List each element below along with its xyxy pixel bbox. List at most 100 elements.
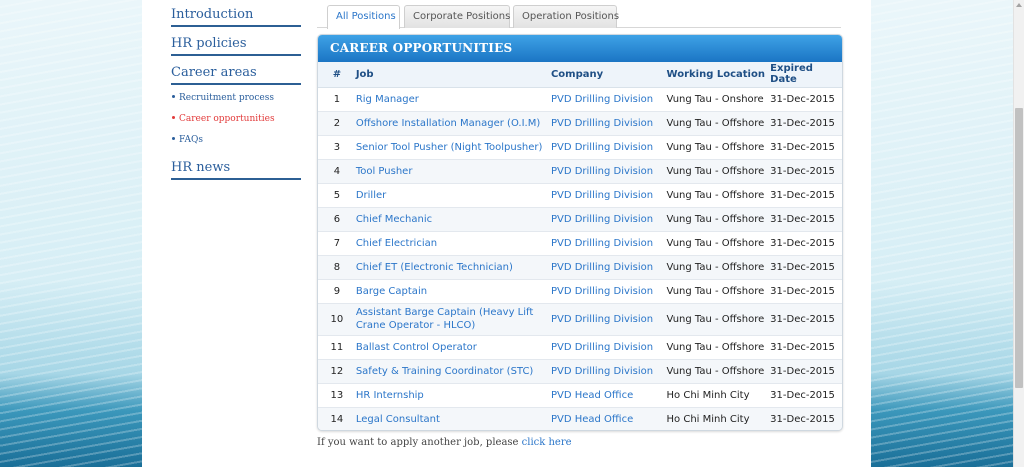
expired-date: 31-Dec-2015 [770, 207, 842, 232]
row-number: 5 [318, 183, 356, 208]
apply-another-job-note: If you want to apply another job, please… [317, 437, 572, 448]
row-number: 2 [318, 111, 356, 136]
sidebar-subitem-recruitment-process[interactable]: Recruitment process [171, 91, 301, 112]
table-row: 11 Ballast Control Operator PVD Drilling D… [318, 335, 842, 360]
row-number: 10 [318, 303, 356, 336]
row-number: 12 [318, 359, 356, 384]
row-number: 8 [318, 255, 356, 280]
scrollbar-thumb[interactable] [1015, 108, 1023, 388]
page-scrollbar[interactable] [1013, 0, 1024, 467]
row-number: 9 [318, 279, 356, 304]
working-location: Vung Tau - Offshore [666, 335, 771, 360]
company-link[interactable]: PVD Drilling Division [550, 303, 667, 336]
expired-date: 31-Dec-2015 [770, 407, 842, 430]
sidebar-subitem-faqs[interactable]: FAQs [171, 133, 301, 154]
job-title-link[interactable]: Rig Manager [355, 87, 551, 112]
sidebar-item-career-areas[interactable]: Career areas [171, 62, 301, 85]
scroll-up-icon[interactable] [1016, 3, 1022, 7]
job-title-text[interactable]: Legal Consultant [356, 413, 551, 426]
column-header-expired: Expired Date [770, 62, 842, 88]
job-title-text[interactable]: Assistant Barge Captain (Heavy Lift Cran… [356, 306, 551, 332]
table-row: 6 Chief Mechanic PVD Drilling Division Vung… [318, 207, 842, 232]
expired-date: 31-Dec-2015 [770, 383, 842, 408]
company-link[interactable]: PVD Drilling Division [550, 279, 667, 304]
job-title-text[interactable]: HR Internship [356, 389, 551, 402]
tab-operation-positions[interactable]: Operation Positions [513, 5, 619, 28]
company-link[interactable]: PVD Drilling Division [550, 231, 667, 256]
job-title-link[interactable]: Barge Captain [355, 279, 551, 304]
job-title-text[interactable]: Barge Captain [356, 285, 551, 298]
jobs-table-body: 1 Rig Manager PVD Drilling Division Vung Ta… [318, 87, 842, 430]
expired-date: 31-Dec-2015 [770, 87, 842, 112]
sidebar-item-hr-news[interactable]: HR news [171, 157, 301, 180]
tab-all-positions[interactable]: All Positions [327, 5, 400, 29]
expired-date: 31-Dec-2015 [770, 335, 842, 360]
job-title-text[interactable]: Chief Mechanic [356, 213, 551, 226]
background-sea-right [871, 0, 1013, 467]
row-number: 3 [318, 135, 356, 160]
job-title-text[interactable]: Chief ET (Electronic Technician) [356, 261, 551, 274]
column-header-number: # [318, 62, 356, 88]
company-link[interactable]: PVD Drilling Division [550, 359, 667, 384]
company-link[interactable]: PVD Drilling Division [550, 159, 667, 184]
table-header-row: # Job Company Working Location Expired D… [318, 62, 842, 88]
job-title-text[interactable]: Driller [356, 189, 551, 202]
expired-date: 31-Dec-2015 [770, 255, 842, 280]
sidebar-item-hr-policies[interactable]: HR policies [171, 33, 301, 56]
job-title-link[interactable]: Assistant Barge Captain (Heavy Lift Cran… [355, 303, 551, 336]
job-title-link[interactable]: Tool Pusher [355, 159, 551, 184]
row-number: 1 [318, 87, 356, 112]
row-number: 13 [318, 383, 356, 408]
table-row: 7 Chief Electrician PVD Drilling Division V… [318, 231, 842, 256]
company-link[interactable]: PVD Drilling Division [550, 255, 667, 280]
job-title-link[interactable]: Chief Electrician [355, 231, 551, 256]
job-title-text[interactable]: Offshore Installation Manager (O.I.M) [356, 117, 551, 130]
job-title-link[interactable]: Senior Tool Pusher (Night Toolpusher) [355, 135, 551, 160]
job-title-link[interactable]: HR Internship [355, 383, 551, 408]
job-title-text[interactable]: Tool Pusher [356, 165, 551, 178]
sidebar-submenu: Recruitment process Career opportunities… [171, 91, 301, 154]
job-title-link[interactable]: Legal Consultant [355, 407, 551, 430]
working-location: Vung Tau - Offshore [666, 159, 771, 184]
company-link[interactable]: PVD Head Office [550, 383, 667, 408]
expired-date: 31-Dec-2015 [770, 135, 842, 160]
row-number: 6 [318, 207, 356, 232]
table-row: 5 Driller PVD Drilling Division Vung Tau - … [318, 183, 842, 208]
working-location: Vung Tau - Offshore [666, 279, 771, 304]
job-title-link[interactable]: Offshore Installation Manager (O.I.M) [355, 111, 551, 136]
company-link[interactable]: PVD Head Office [550, 407, 667, 430]
job-title-text[interactable]: Chief Electrician [356, 237, 551, 250]
tab-corporate-positions[interactable]: Corporate Positions [404, 5, 510, 28]
company-link[interactable]: PVD Drilling Division [550, 135, 667, 160]
company-link[interactable]: PVD Drilling Division [550, 111, 667, 136]
company-link[interactable]: PVD Drilling Division [550, 207, 667, 232]
table-row: 12 Safety & Training Coordinator (STC) PVD… [318, 359, 842, 384]
row-number: 11 [318, 335, 356, 360]
row-number: 14 [318, 407, 356, 430]
sidebar-item-introduction[interactable]: Introduction [171, 4, 301, 27]
company-link[interactable]: PVD Drilling Division [550, 335, 667, 360]
job-title-link[interactable]: Chief Mechanic [355, 207, 551, 232]
job-title-link[interactable]: Ballast Control Operator [355, 335, 551, 360]
working-location: Vung Tau - Offshore [666, 111, 771, 136]
company-link[interactable]: PVD Drilling Division [550, 87, 667, 112]
job-title-text[interactable]: Safety & Training Coordinator (STC) [356, 365, 551, 378]
click-here-link[interactable]: click here [522, 437, 572, 448]
company-link[interactable]: PVD Drilling Division [550, 183, 667, 208]
table-row: 3 Senior Tool Pusher (Night Toolpusher) PV… [318, 135, 842, 160]
expired-date: 31-Dec-2015 [770, 231, 842, 256]
sidebar-subitem-career-opportunities[interactable]: Career opportunities [171, 112, 301, 133]
expired-date: 31-Dec-2015 [770, 303, 842, 336]
job-title-link[interactable]: Chief ET (Electronic Technician) [355, 255, 551, 280]
job-title-text[interactable]: Rig Manager [356, 93, 551, 106]
table-row: 1 Rig Manager PVD Drilling Division Vung Ta… [318, 87, 842, 112]
column-header-location: Working Location [666, 62, 771, 88]
table-row: 4 Tool Pusher PVD Drilling Division Vung Ta… [318, 159, 842, 184]
job-title-link[interactable]: Driller [355, 183, 551, 208]
bullet-icon [172, 116, 175, 119]
job-title-text[interactable]: Ballast Control Operator [356, 341, 551, 354]
expired-date: 31-Dec-2015 [770, 159, 842, 184]
job-title-link[interactable]: Safety & Training Coordinator (STC) [355, 359, 551, 384]
job-title-text[interactable]: Senior Tool Pusher (Night Toolpusher) [356, 141, 551, 154]
expired-date: 31-Dec-2015 [770, 359, 842, 384]
